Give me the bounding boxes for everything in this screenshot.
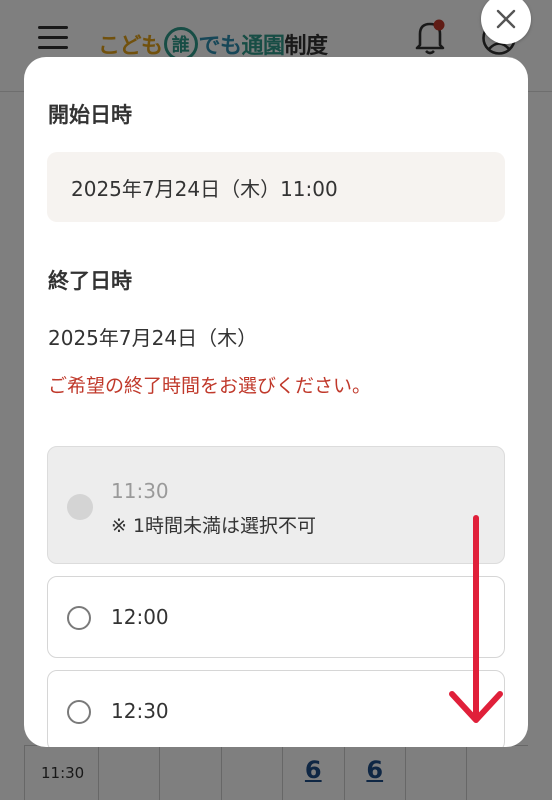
- radio-button[interactable]: [67, 700, 91, 724]
- time-select-modal: 開始日時 2025年7月24日（木）11:00 終了日時 2025年7月24日（…: [24, 57, 528, 747]
- end-datetime-title: 終了日時: [48, 269, 132, 293]
- close-icon: [496, 9, 516, 29]
- time-option-disabled: 11:30 ※ 1時間未満は選択不可: [47, 446, 505, 564]
- option-time: 11:30: [111, 479, 169, 503]
- end-date-value: 2025年7月24日（木）: [48, 326, 258, 350]
- option-note: ※ 1時間未満は選択不可: [111, 515, 317, 537]
- end-time-options: 11:30 ※ 1時間未満は選択不可 12:00 12:30: [47, 446, 505, 747]
- time-option[interactable]: 12:30: [47, 670, 505, 747]
- option-time: 12:30: [111, 699, 169, 723]
- down-arrow-icon: [449, 515, 503, 723]
- end-time-notice: ご希望の終了時間をお選びください。: [48, 375, 372, 397]
- start-datetime-value: 2025年7月24日（木）11:00: [71, 176, 338, 201]
- start-datetime-title: 開始日時: [48, 103, 132, 127]
- option-time: 12:00: [111, 605, 169, 629]
- radio-button: [67, 494, 93, 520]
- time-option[interactable]: 12:00: [47, 576, 505, 658]
- start-datetime-field: 2025年7月24日（木）11:00: [47, 152, 505, 222]
- radio-button[interactable]: [67, 606, 91, 630]
